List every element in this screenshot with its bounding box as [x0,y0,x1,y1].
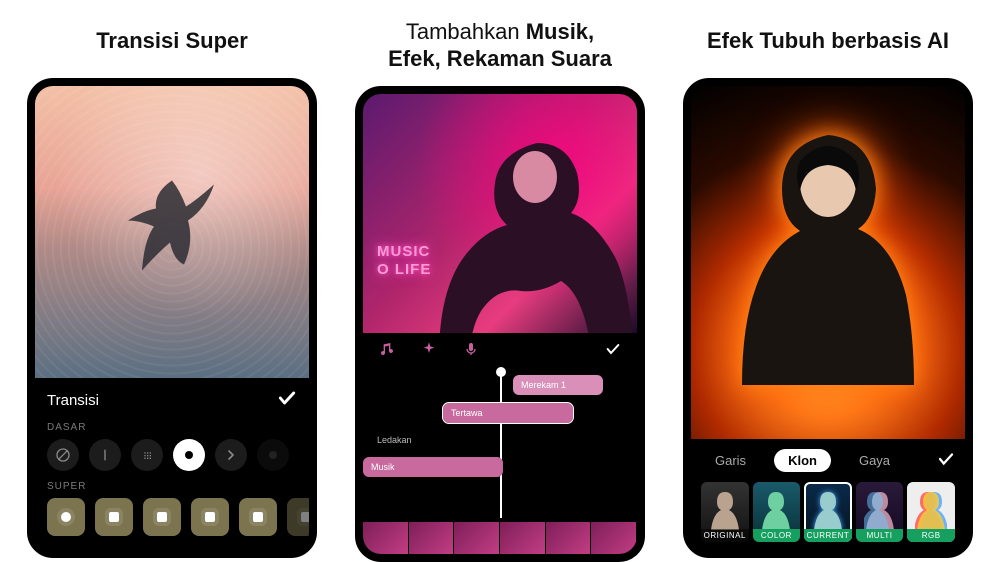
model-figure [427,123,637,333]
tab-gaya[interactable]: Gaya [845,449,904,472]
transition-more[interactable] [257,439,289,471]
thumb-multi[interactable]: MULTI [856,482,904,542]
preview-music: MUSIC O LIFE [363,94,637,333]
phone-frame-2: MUSIC O LIFE [355,86,645,562]
thumb-color[interactable]: COLOR [753,482,801,542]
audio-toolbar [363,333,637,369]
super-transitions-row [47,498,297,536]
tab-klon[interactable]: Klon [774,449,831,472]
playhead[interactable] [500,369,502,518]
clip-recording[interactable]: Merekam 1 [513,375,603,395]
super-t-3[interactable] [143,498,181,536]
panel-title-transitions: Transisi Super [92,8,252,78]
neon-sign: MUSIC O LIFE [377,243,431,279]
tab-garis[interactable]: Garis [701,449,760,472]
panel-ai-body: Efek Tubuh berbasis AI Garis Klon Ga [678,8,978,562]
timeline-tracks[interactable]: Merekam 1 Tertawa Ledakan Musik [363,369,637,554]
clip-music[interactable]: Musik [363,457,503,477]
dancer-figure [117,161,227,291]
confirm-icon[interactable] [605,341,621,362]
confirm-icon[interactable] [937,450,955,471]
super-t-1[interactable] [47,498,85,536]
basic-transitions-row [47,439,297,471]
video-track[interactable] [363,522,637,554]
panel-title-ai: Efek Tubuh berbasis AI [703,8,953,78]
fire-person-figure [738,105,918,405]
thumb-current[interactable]: CURRENT [804,482,852,542]
phone-frame-3: Garis Klon Gaya ORIGINAL COLO [683,78,973,558]
thumb-original[interactable]: ORIGINAL [701,482,749,542]
panel-title-music: Tambahkan Musik, Efek, Rekaman Suara [384,8,616,86]
super-t-5[interactable] [239,498,277,536]
transition-fade[interactable] [89,439,121,471]
section-basic-label: DASAR [47,422,297,433]
preview-ai-fire [691,86,965,439]
panel-transitions: Transisi Super Transisi DASAR [22,8,322,562]
label-explosion: Ledakan [377,435,412,445]
section-super-label: SUPER [47,481,297,492]
clip-laugh[interactable]: Tertawa [443,403,573,423]
transition-header: Transisi [47,392,99,409]
thumb-rgb[interactable]: RGB [907,482,955,542]
effect-tabs: Garis Klon Gaya [701,449,955,472]
panel-music: Tambahkan Musik, Efek, Rekaman Suara MUS… [350,8,650,562]
phone-frame-1: Transisi DASAR [27,78,317,558]
confirm-icon[interactable] [277,388,297,412]
mic-icon[interactable] [463,341,479,362]
super-t-2[interactable] [95,498,133,536]
transition-next[interactable] [215,439,247,471]
transition-selected[interactable] [173,439,205,471]
music-icon[interactable] [379,341,395,362]
transition-dissolve[interactable] [131,439,163,471]
effect-icon[interactable] [421,341,437,362]
transition-none[interactable] [47,439,79,471]
effect-thumbnails: ORIGINAL COLOR CURRENT MULTI [701,482,955,542]
preview-transition [35,86,309,378]
super-t-6[interactable] [287,498,317,536]
super-t-4[interactable] [191,498,229,536]
